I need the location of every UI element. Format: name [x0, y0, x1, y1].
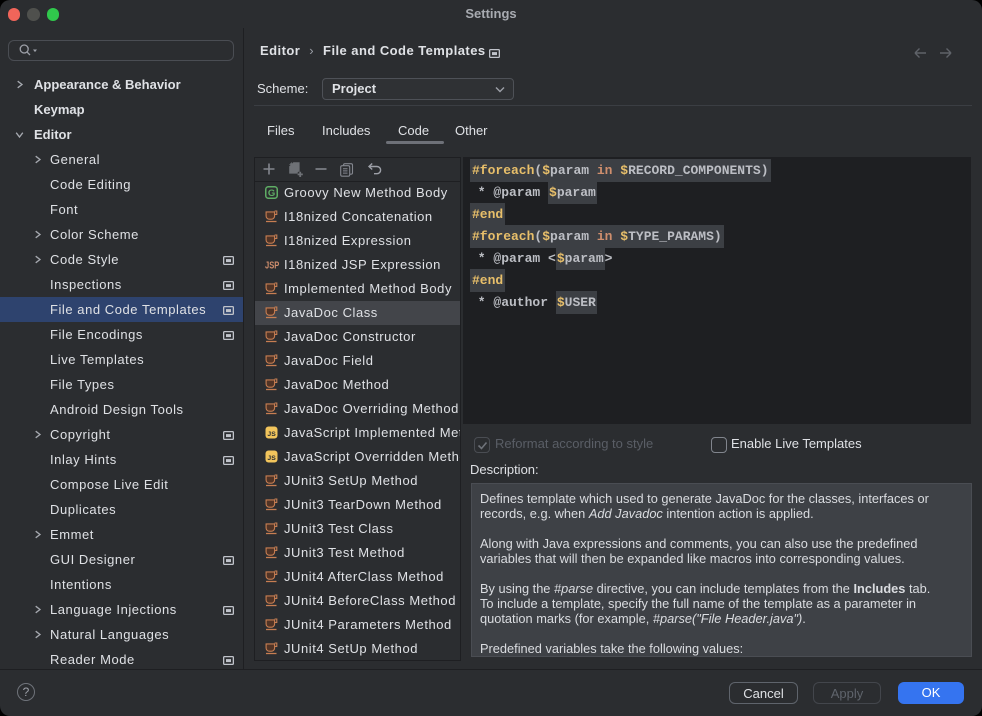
- svg-text:JS: JS: [267, 455, 276, 462]
- svg-text:JS: JS: [267, 431, 276, 438]
- svg-text:JSP: JSP: [265, 259, 279, 270]
- svg-text:G: G: [268, 188, 275, 199]
